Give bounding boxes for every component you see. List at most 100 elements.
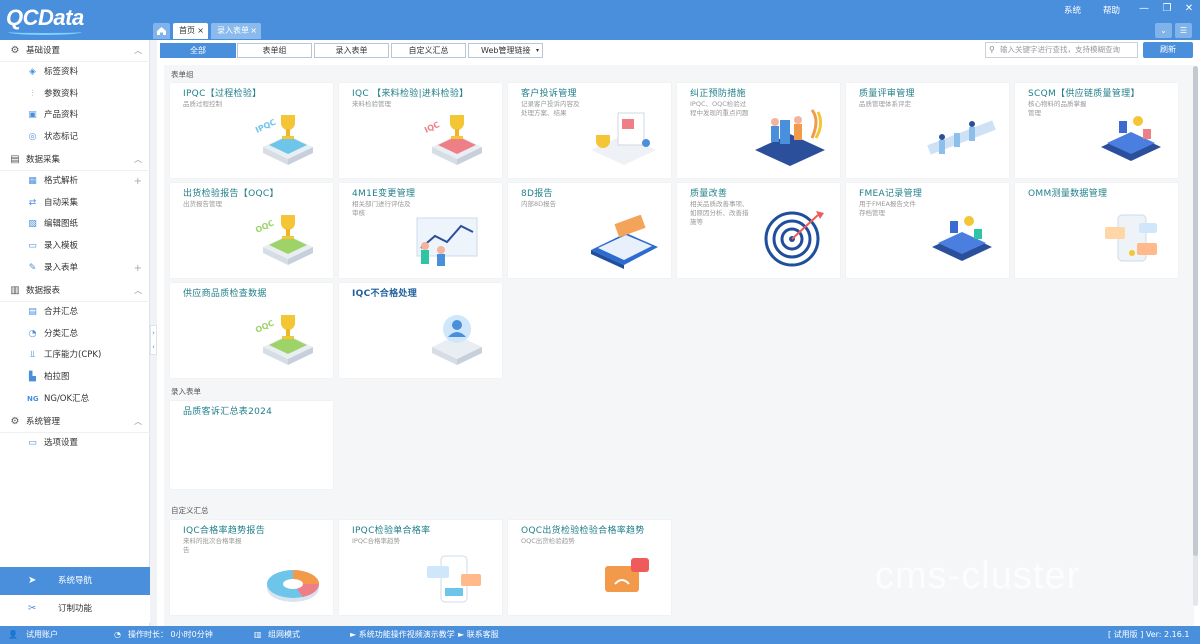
main-panel: 全部 表单组 录入表单 自定义汇总 Web管理链接 ▾ ⚲ 输入关键字进行查找，…	[157, 40, 1200, 626]
card-4m1e[interactable]: 4M1E变更管理 相关部门进行评估及审核	[339, 183, 502, 278]
network-icon: ▥	[254, 630, 262, 639]
sidebar-item-category[interactable]: ◔ 分类汇总	[0, 324, 150, 346]
system-nav-button[interactable]: ➤ 系统导航	[0, 567, 150, 595]
card-scqm[interactable]: SCQM【供应链质量管理】 核心物料的品质掌握管理	[1015, 83, 1178, 178]
auto-icon: ⇄	[28, 197, 37, 208]
sidebar-item-params[interactable]: ⫶ 参数资料	[0, 84, 150, 106]
sidebar-item-ngok[interactable]: NG NG/OK汇总	[0, 389, 150, 411]
tab-close-icon[interactable]: ×	[250, 23, 257, 39]
card-complaint-summary-2024[interactable]: 品质客诉汇总表2024	[170, 401, 333, 489]
sidebar-item-product[interactable]: ▣ 产品资料	[0, 105, 150, 127]
filter-entry-form-button[interactable]: 录入表单	[314, 43, 389, 58]
minimize-icon[interactable]: —	[1137, 3, 1151, 15]
add-icon[interactable]: +	[134, 171, 142, 193]
card-iqc[interactable]: IQC 【来料检验|进料检验】 来料检验管理 IQC	[339, 83, 502, 178]
drawing-icon: ▧	[28, 219, 37, 230]
tabs-dropdown-icon[interactable]: ⌄	[1155, 23, 1172, 38]
gear-icon: ⚙	[10, 45, 20, 56]
contact-support-link[interactable]: ► 联系客服	[458, 626, 499, 644]
card-oqc[interactable]: 出货检验报告【OQC】 出货报告管理 OQC	[170, 183, 333, 278]
refresh-button[interactable]: 刷新	[1143, 42, 1193, 58]
status-duration: 操作时长： 0小时0分钟	[128, 630, 213, 639]
custom-function-button[interactable]: ✂ 订制功能	[0, 595, 150, 623]
card-oqc-pass-rate-trend[interactable]: OQC出货检验检验合格率趋势 OQC出货检验趋势	[508, 520, 671, 615]
trophy-illustration: OQC	[254, 315, 313, 365]
sidebar-collapse-handle[interactable]: › ‹	[150, 325, 157, 355]
card-8d[interactable]: 8D报告 内部8D报告	[508, 183, 671, 278]
complaint-illustration	[591, 112, 656, 165]
sidebar-item-options[interactable]: ▭ 选项设置	[0, 433, 150, 455]
merge-icon: ▤	[28, 307, 37, 317]
web-link-dropdown[interactable]: Web管理链接 ▾	[468, 43, 543, 58]
status-account: 试用账户	[26, 630, 58, 639]
user-icon: 👤	[8, 630, 18, 639]
card-ipqc[interactable]: IPQC【过程检验】 品质过程控制 IPQC	[170, 83, 333, 178]
tab-home[interactable]: 首页 ×	[173, 23, 208, 39]
content-scrollbar[interactable]	[1193, 66, 1198, 606]
tag-icon: ◈	[29, 67, 36, 77]
search-input[interactable]: ⚲ 输入关键字进行查找，支持模糊查询	[985, 42, 1138, 58]
restore-icon[interactable]: ❐	[1160, 3, 1174, 15]
sidebar-group-data-report[interactable]: ▥ 数据报表 ︿	[0, 280, 150, 302]
sidebar-item-drawing[interactable]: ▧ 编辑图纸	[0, 214, 150, 236]
top-bar: QCData 系统 帮助 — ❐ ✕ 首页 × 录入表单 × ⌄ ☰	[0, 0, 1200, 40]
status-mode: 组网模式	[268, 630, 300, 639]
sidebar-group-basic-settings[interactable]: ⚙ 基础设置 ︿	[0, 40, 150, 62]
filter-form-group-button[interactable]: 表单组	[237, 43, 312, 58]
sidebar-item-auto[interactable]: ⇄ 自动采集	[0, 193, 150, 215]
tools-icon: ✂	[28, 603, 37, 614]
status-icon: ◎	[28, 132, 37, 143]
close-icon[interactable]: ✕	[1182, 3, 1196, 15]
card-corrective-action[interactable]: 纠正预防措施 IPQC、OQC检验过程中发现的重点问题	[677, 83, 840, 178]
sidebar-item-format[interactable]: ▦ 格式解析 +	[0, 171, 150, 193]
sidebar-item-entry-form[interactable]: ✎ 录入表单 +	[0, 258, 150, 280]
scrollbar-thumb[interactable]	[1193, 66, 1198, 556]
report-icon: ▥	[10, 285, 20, 296]
home-tab-button[interactable]	[153, 23, 170, 39]
sidebar-item-template[interactable]: ▭ 录入模板	[0, 236, 150, 258]
chevron-up-icon: ︿	[134, 155, 142, 164]
chevron-down-icon: ▾	[535, 47, 539, 54]
card-supplier-check[interactable]: 供应商品质检查数据 OQC	[170, 283, 333, 378]
tab-close-icon[interactable]: ×	[197, 23, 204, 39]
target-illustration	[764, 211, 824, 267]
filter-custom-summary-button[interactable]: 自定义汇总	[391, 43, 466, 58]
sidebar-group-data-collection[interactable]: ▤ 数据采集 ︿	[0, 149, 150, 171]
sidebar-item-status[interactable]: ◎ 状态标记	[0, 127, 150, 149]
filter-all-button[interactable]: 全部	[160, 43, 236, 58]
card-iqc-trend[interactable]: IQC合格率趋势报告 来料的批次合格率报告	[170, 520, 333, 615]
tutorial-link[interactable]: ► 系统功能操作视频演示教学	[350, 626, 455, 644]
card-omm[interactable]: OMM测量数据管理	[1015, 183, 1178, 278]
card-iqc-nonconforming[interactable]: IQC不合格处理	[339, 283, 502, 378]
tab-home-label: 首页	[179, 26, 195, 35]
phone-illustration	[1105, 214, 1157, 262]
card-quality-review[interactable]: 质量评审管理 品质管理体系评定	[846, 83, 1009, 178]
home-icon	[157, 27, 166, 35]
menu-help[interactable]: 帮助	[1103, 4, 1120, 16]
menu-system[interactable]: 系统	[1064, 4, 1081, 16]
sidebar-group-system[interactable]: ⚙ 系统管理 ︿	[0, 411, 150, 433]
add-icon[interactable]: +	[134, 258, 142, 280]
sidebar-item-merge[interactable]: ▤ 合并汇总	[0, 302, 150, 324]
sidebar-item-tag[interactable]: ◈ 标签资料	[0, 62, 150, 84]
pie-icon: ◔	[28, 328, 37, 339]
card-quality-improvement[interactable]: 质量改善 相关品质改善事项、如原因分析、改善措施等	[677, 183, 840, 278]
section-title-form-group: 表单组	[171, 70, 194, 79]
cpk-icon: ⫫	[29, 350, 36, 361]
card-fmea[interactable]: FMEA记录管理 用于FMEA报告文件存档管理	[846, 183, 1009, 278]
option-icon: ▭	[28, 438, 37, 448]
template-icon: ▭	[28, 241, 37, 252]
sidebar-item-cpk[interactable]: ⫫ 工序能力(CPK)	[0, 345, 150, 367]
ng-icon: NG	[27, 394, 39, 403]
app-logo: QCData	[6, 5, 84, 35]
chevron-up-icon: ︿	[134, 286, 142, 295]
tabs-menu-icon[interactable]: ☰	[1175, 23, 1192, 38]
tab-entry-form[interactable]: 录入表单 ×	[211, 23, 261, 39]
sidebar: ⚙ 基础设置 ︿ ◈ 标签资料 ⫶ 参数资料 ▣ 产品资料 ◎ 状态标记 ▤ 数…	[0, 40, 150, 626]
collect-icon: ▤	[10, 154, 20, 165]
send-icon: ➤	[28, 575, 37, 586]
card-ipqc-pass-rate[interactable]: IPQC检验单合格率 IPQC合格率趋势	[339, 520, 502, 615]
sidebar-item-pareto[interactable]: ▙ 柏拉图	[0, 367, 150, 389]
card-customer-complaint[interactable]: 客户投诉管理 记录客户投诉内容及处理方案、结果	[508, 83, 671, 178]
trophy-illustration: OQC	[254, 215, 313, 265]
